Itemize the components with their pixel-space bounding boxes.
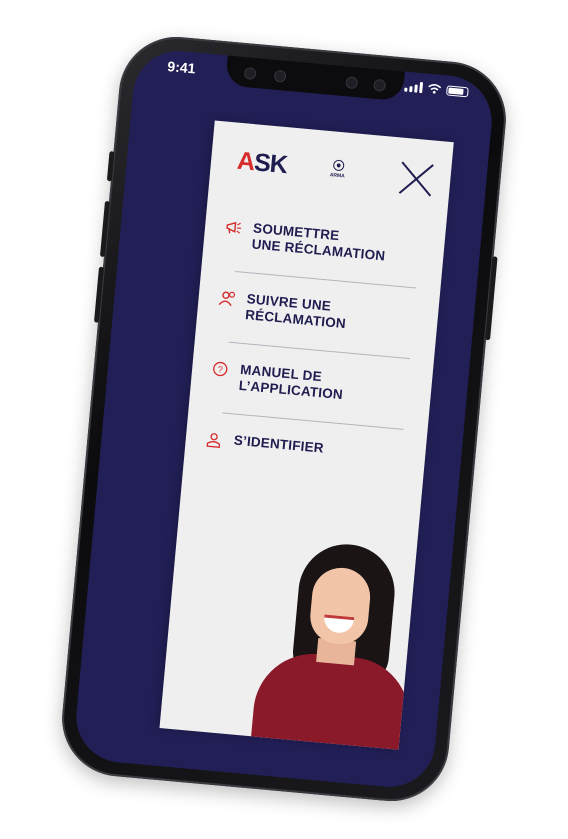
menu-item-label: MANUEL DE L’APPLICATION — [238, 361, 344, 403]
phone-screen: 9:41 ASK ARMA SOUMETTRE UNE RÉCLAMATION … — [72, 47, 496, 791]
help-circle-icon: ? — [211, 360, 233, 382]
status-icons — [404, 81, 469, 98]
photo-body — [250, 648, 415, 750]
menu-divider — [222, 412, 404, 430]
side-menu-panel: ASK ARMA SOUMETTRE UNE RÉCLAMATION SUIVR… — [159, 120, 454, 750]
menu-item-login[interactable]: S’IDENTIFIER — [185, 428, 426, 471]
user-icon — [205, 431, 227, 453]
users-icon — [218, 290, 240, 312]
menu-item-label: S’IDENTIFIER — [233, 432, 325, 456]
menu-item-label: SUIVRE UNE RÉCLAMATION — [244, 291, 347, 332]
megaphone-icon — [224, 219, 246, 241]
sensor-dot — [243, 66, 257, 81]
photo-smile — [322, 614, 355, 635]
status-time: 9:41 — [166, 58, 197, 77]
ask-logo: ASK — [235, 146, 289, 180]
signal-icon — [404, 81, 424, 94]
wifi-icon — [428, 84, 442, 94]
globe-icon — [332, 159, 345, 172]
woman-photo — [237, 536, 424, 750]
phone-mockup: 9:41 ASK ARMA SOUMETTRE UNE RÉCLAMATION … — [57, 31, 511, 807]
menu-item-submit-claim[interactable]: SOUMETTRE UNE RÉCLAMATION — [203, 216, 445, 270]
menu-item-track-claim[interactable]: SUIVRE UNE RÉCLAMATION — [197, 287, 439, 341]
camera-dot — [273, 69, 287, 83]
sensor-dot — [345, 76, 359, 90]
close-icon[interactable] — [397, 159, 436, 198]
sensor-dot — [373, 78, 387, 92]
stage: 9:41 ASK ARMA SOUMETTRE UNE RÉCLAMATION … — [0, 0, 568, 839]
arma-logo: ARMA — [322, 159, 354, 181]
svg-text:?: ? — [217, 364, 223, 374]
menu-item-app-manual[interactable]: ? MANUEL DE L’APPLICATION — [190, 358, 432, 412]
battery-icon — [446, 84, 469, 97]
menu-divider — [228, 341, 411, 360]
menu-divider — [235, 270, 417, 289]
main-menu: SOUMETTRE UNE RÉCLAMATION SUIVRE UNE RÉC… — [185, 216, 445, 471]
